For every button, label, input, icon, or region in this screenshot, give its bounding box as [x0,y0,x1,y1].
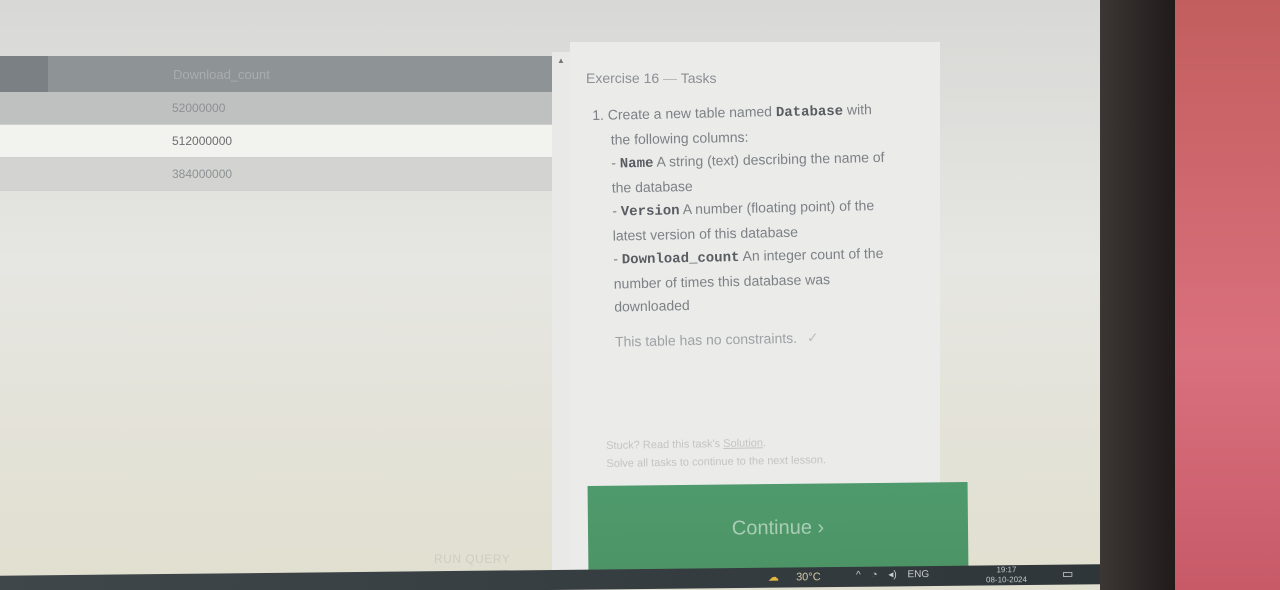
title-separator: — [663,70,678,86]
table-cell: 384000000 [172,167,233,181]
check-icon: ✓ [806,329,819,346]
constraint-note: This table has no constraints. ✓ [597,324,937,354]
column-description: A number (floating point) of the [682,197,875,218]
panel-divider[interactable]: ▲ [552,52,570,572]
system-tray: ^ ◔ ◂) ENG [856,569,937,581]
constraint-text: This table has no constraints. [614,329,798,350]
tasks-title: Exercise 16 — Tasks [586,70,716,86]
clock[interactable]: 19:17 08-10-2024 [986,565,1027,585]
column-name-code: Version [620,203,680,221]
table-cell: 52000000 [172,101,226,115]
task-intro-suffix: with [846,101,873,118]
hint-text: Stuck? Read this task's Solution. Solve … [606,433,826,473]
language-indicator[interactable]: ENG [907,569,929,580]
continue-button[interactable]: Continue › [587,482,969,574]
solution-link[interactable]: Solution [723,437,763,450]
tray-caret-icon[interactable]: ^ [856,570,861,581]
table-row: 384000000 [0,158,552,191]
table-name-code: Database [775,103,844,122]
task-instructions: 1. Create a new table named Database wit… [592,97,937,354]
column-description: A string (text) describing the name of [656,148,885,170]
table-row: 512000000 [0,125,552,158]
monitor-bezel [1100,0,1175,590]
column-name-code: Name [619,155,654,173]
column-description: An integer count of the [742,244,884,264]
notification-icon[interactable]: ▭ [1062,567,1073,581]
clock-date: 08-10-2024 [986,575,1027,585]
task-intro-text: 1. Create a new table named [592,103,773,123]
hint-prefix: Stuck? Read this task's [606,438,721,452]
hint-suffix: . [762,437,767,450]
table-cell: 512000000 [172,134,233,148]
table-row: 52000000 [0,92,552,125]
screen: Download_count 52000000 512000000 384000… [0,0,1100,590]
weather-widget[interactable]: ☁ 30°C [768,570,821,584]
run-query-button[interactable]: RUN QUERY [434,552,510,566]
exercise-label: Exercise 16 [586,70,660,86]
collapse-arrow-icon[interactable]: ▲ [557,56,565,65]
results-header-download-count: Download_count [173,66,270,82]
column-dash: - [612,202,618,219]
clock-time: 19:17 [996,565,1017,575]
weather-icon: ☁ [768,571,779,584]
results-header: Download_count [0,56,552,92]
results-table: Download_count 52000000 512000000 384000… [0,56,552,191]
column-dash: - [613,250,619,267]
temperature: 30°C [796,571,821,584]
network-icon[interactable]: ◔ [871,570,877,581]
tasks-label: Tasks [680,70,717,86]
volume-icon[interactable]: ◂) [888,569,896,580]
hint-line-2: Solve all tasks to continue to the next … [606,454,827,470]
column-dash: - [611,154,617,171]
column-name-code: Download_count [621,249,740,269]
results-header-index [0,56,48,92]
background-wall [1175,0,1280,590]
taskbar: ☁ 30°C ^ ◔ ◂) ENG 19:17 08-10-2024 ▭ [0,564,1100,590]
